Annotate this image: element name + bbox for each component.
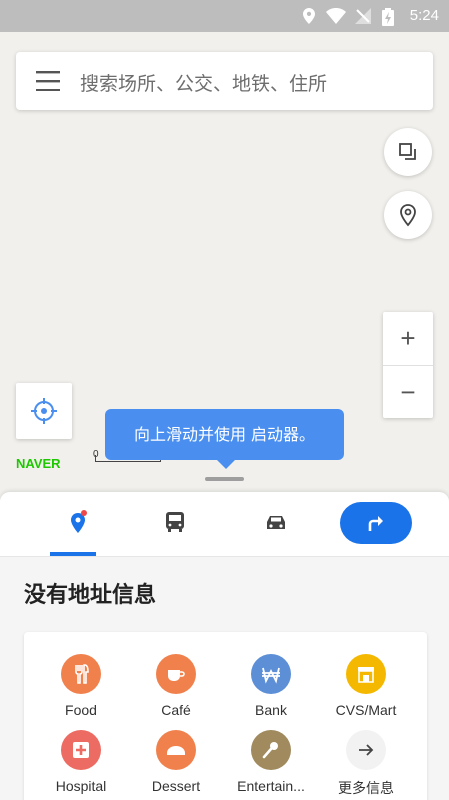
category-food[interactable]: Food [31,654,131,718]
tab-places[interactable] [50,492,110,556]
current-location-button[interactable] [16,383,72,439]
category-label: Entertain... [237,778,305,794]
search-bar[interactable]: 搜索场所、公交、地铁、住所 [16,52,433,110]
tab-transit[interactable] [145,492,205,556]
mode-tabs [0,492,449,557]
cup-icon [156,654,196,694]
category-label: Food [65,702,97,718]
store-icon [346,654,386,694]
category-label: Dessert [151,778,201,794]
wifi-icon [326,8,346,24]
won-icon [251,654,291,694]
bus-icon [166,512,184,532]
hospital-icon [61,730,101,770]
category-label: Bank [255,702,287,718]
map-layers-button[interactable] [384,128,432,176]
active-tab-indicator [50,552,96,556]
status-time: 5:24 [409,7,439,24]
map-pin-icon [400,204,416,227]
zoom-controls: + − [383,312,433,418]
directions-button[interactable] [340,502,412,544]
category-label: 更多信息 [338,780,394,796]
turn-right-arrow-icon [368,516,383,531]
category-entertainment[interactable]: Entertain... [221,730,321,794]
search-input[interactable]: 搜索场所、公交、地铁、住所 [80,69,327,96]
category-cafe[interactable]: Café [126,654,226,718]
location-icon [303,8,315,24]
microphone-icon [251,730,291,770]
category-label: CVS/Mart [335,702,397,718]
crosshair-icon [31,398,57,424]
category-more-info[interactable]: 更多信息 [316,730,416,798]
tab-car[interactable] [245,492,305,556]
bottom-sheet[interactable]: 没有地址信息 Food Café Bank CVS/Mart Hospital … [0,492,449,800]
no-address-title: 没有地址信息 [24,583,157,608]
category-hospital[interactable]: Hospital [31,730,131,794]
scale-bar [95,461,161,462]
category-label: Café [161,702,191,718]
fork-knife-icon [61,654,101,694]
status-bar: 5:24 [0,0,449,32]
category-dessert[interactable]: Dessert [126,730,226,794]
dessert-icon [156,730,196,770]
layers-icon [399,143,416,160]
car-icon [267,516,285,529]
swipe-up-tooltip: 向上滑动并使用 启动器。 [105,409,344,469]
zoom-in-button[interactable]: + [383,312,433,364]
battery-charging-icon [382,8,394,26]
category-card: Food Café Bank CVS/Mart Hospital Dessert… [24,632,427,800]
signal-off-icon [355,8,371,24]
place-marker-icon [71,510,87,533]
naver-logo: NAVER [16,456,61,471]
category-bank[interactable]: Bank [221,654,321,718]
category-cvs-mart[interactable]: CVS/Mart [316,654,416,718]
menu-icon[interactable] [36,71,60,91]
zoom-out-button[interactable]: − [383,366,433,418]
category-label: Hospital [55,778,107,794]
my-places-button[interactable] [384,191,432,239]
arrow-right-icon [346,730,386,770]
sheet-drag-handle[interactable] [205,477,244,481]
